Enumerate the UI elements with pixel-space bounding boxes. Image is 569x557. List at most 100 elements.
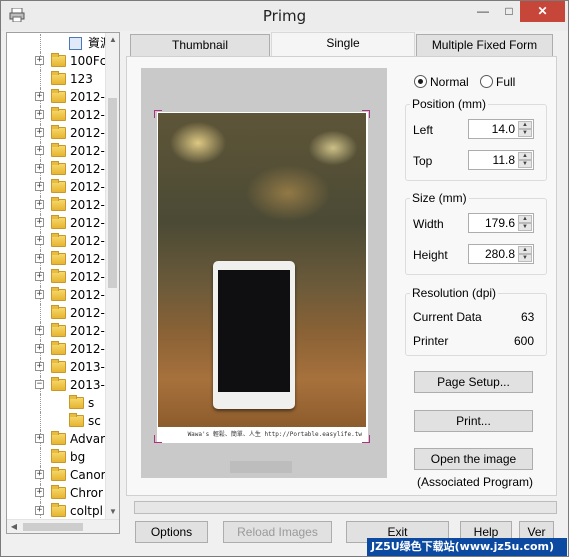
tree-item[interactable]: +2012- <box>7 196 111 214</box>
expand-icon[interactable]: + <box>35 200 44 209</box>
tree-vertical-scroll-thumb[interactable] <box>108 98 117 288</box>
close-button[interactable]: ✕ <box>520 1 565 22</box>
collapse-icon[interactable]: − <box>35 380 44 389</box>
expand-icon[interactable]: + <box>35 506 44 515</box>
spin-down-icon[interactable]: ▼ <box>518 160 532 168</box>
tree-item[interactable]: − 2013- <box>7 376 111 394</box>
tree-item[interactable]: sc <box>7 412 111 430</box>
scroll-left-arrow-icon[interactable]: ◀ <box>7 522 21 531</box>
phone-in-image <box>213 261 295 409</box>
tree-item[interactable]: +2012- <box>7 106 111 124</box>
full-radio[interactable] <box>480 75 493 88</box>
tree-item[interactable]: bg <box>7 448 111 466</box>
tree-item[interactable]: 2012- <box>7 304 111 322</box>
top-spinner[interactable]: 11.8 ▲ ▼ <box>468 150 534 170</box>
spin-up-icon[interactable]: ▲ <box>518 215 532 223</box>
height-spinner[interactable]: 280.8 ▲ ▼ <box>468 244 534 264</box>
tree-item[interactable]: +2012- <box>7 322 111 340</box>
spin-down-icon[interactable]: ▼ <box>518 254 532 262</box>
normal-radio[interactable] <box>414 75 427 88</box>
preview-scroll-thumb[interactable] <box>230 461 292 473</box>
crop-corner-bottom-left[interactable] <box>154 435 162 443</box>
spin-up-icon[interactable]: ▲ <box>518 152 532 160</box>
tree-item[interactable]: +2012- <box>7 286 111 304</box>
width-value[interactable]: 179.6 <box>485 216 515 230</box>
expand-icon[interactable]: + <box>35 146 44 155</box>
tree-item[interactable]: 資源回 <box>7 34 111 52</box>
minimize-button[interactable]: — <box>469 1 497 22</box>
spin-up-icon[interactable]: ▲ <box>518 121 532 129</box>
tree-item[interactable]: + Canor <box>7 466 111 484</box>
folder-icon <box>51 179 66 193</box>
spin-up-icon[interactable]: ▲ <box>518 246 532 254</box>
expand-icon[interactable]: + <box>35 164 44 173</box>
tree-item[interactable]: +100Fc <box>7 52 111 70</box>
expand-icon[interactable]: + <box>35 236 44 245</box>
tree-item[interactable]: s <box>7 394 111 412</box>
tree-item[interactable]: + Chror <box>7 484 111 502</box>
expand-icon[interactable]: + <box>35 182 44 191</box>
expand-icon[interactable]: + <box>35 110 44 119</box>
top-value[interactable]: 11.8 <box>493 153 515 167</box>
folder-tree[interactable]: 資源回+100Fc123+2012-+2012-+2012-+2012-+201… <box>6 32 120 534</box>
expand-icon[interactable]: + <box>35 272 44 281</box>
tree-item[interactable]: + Advar <box>7 430 111 448</box>
tree-item[interactable]: +2012- <box>7 142 111 160</box>
height-value[interactable]: 280.8 <box>485 247 515 261</box>
tree-item[interactable]: +2012- <box>7 124 111 142</box>
tree-item[interactable]: +2012- <box>7 178 111 196</box>
tree-item[interactable]: +2012- <box>7 268 111 286</box>
normal-radio-option[interactable]: Normal <box>414 73 474 91</box>
tree-item[interactable]: +2012- <box>7 88 111 106</box>
tab-thumbnail[interactable]: Thumbnail <box>130 34 270 56</box>
expand-icon[interactable]: + <box>35 488 44 497</box>
maximize-button[interactable]: □ <box>495 1 523 22</box>
width-spinner[interactable]: 179.6 ▲ ▼ <box>468 213 534 233</box>
tree-item[interactable]: +2012- <box>7 160 111 178</box>
tree-item-label: 2012- <box>70 234 105 248</box>
scroll-up-arrow-icon[interactable]: ▲ <box>106 35 119 44</box>
left-value[interactable]: 14.0 <box>492 122 515 136</box>
tree-item-label: 2012- <box>70 144 105 158</box>
expand-icon[interactable]: + <box>35 128 44 137</box>
reload-images-button[interactable]: Reload Images <box>223 521 332 543</box>
tree-item[interactable]: +2012- <box>7 232 111 250</box>
preview-image[interactable] <box>158 113 366 427</box>
print-button[interactable]: Print... <box>414 410 533 432</box>
expand-icon[interactable]: + <box>35 344 44 353</box>
tab-single[interactable]: Single <box>271 32 415 56</box>
scroll-down-arrow-icon[interactable]: ▼ <box>106 507 119 516</box>
tree-item[interactable]: +2012- <box>7 214 111 232</box>
left-spinner[interactable]: 14.0 ▲ ▼ <box>468 119 534 139</box>
tree-horizontal-scrollbar[interactable]: ◀ <box>7 519 119 533</box>
spin-down-icon[interactable]: ▼ <box>518 223 532 231</box>
folder-icon <box>51 377 66 391</box>
expand-icon[interactable]: + <box>35 362 44 371</box>
tree-item[interactable]: + coltpl <box>7 502 111 520</box>
expand-icon[interactable]: + <box>35 470 44 479</box>
tree-item[interactable]: +2012- <box>7 250 111 268</box>
tree-item[interactable]: 123 <box>7 70 111 88</box>
full-radio-option[interactable]: Full <box>480 73 530 91</box>
tree-vertical-scrollbar[interactable]: ▲ ▼ <box>105 33 119 519</box>
options-button[interactable]: Options <box>135 521 208 543</box>
expand-icon[interactable]: + <box>35 218 44 227</box>
open-image-button[interactable]: Open the image <box>414 448 533 470</box>
crop-corner-bottom-right[interactable] <box>362 435 370 443</box>
tree-item-label: 2012- <box>70 306 105 320</box>
tree-item[interactable]: +2013- <box>7 358 111 376</box>
expand-icon[interactable]: + <box>35 326 44 335</box>
crop-corner-top-left[interactable] <box>154 110 162 118</box>
expand-icon[interactable]: + <box>35 92 44 101</box>
expand-icon[interactable]: + <box>35 56 44 65</box>
expand-icon[interactable]: + <box>35 254 44 263</box>
crop-corner-top-right[interactable] <box>362 110 370 118</box>
page-setup-button[interactable]: Page Setup... <box>414 371 533 393</box>
spin-down-icon[interactable]: ▼ <box>518 129 532 137</box>
tree-horizontal-scroll-thumb[interactable] <box>23 523 83 531</box>
image-caption: Wawa's 輕鬆、簡單、人生 http://Portable.easylife… <box>187 431 362 438</box>
tab-multiple-fixed-form[interactable]: Multiple Fixed Form <box>416 34 553 56</box>
expand-icon[interactable]: + <box>35 434 44 443</box>
expand-icon[interactable]: + <box>35 290 44 299</box>
tree-item[interactable]: +2012- <box>7 340 111 358</box>
